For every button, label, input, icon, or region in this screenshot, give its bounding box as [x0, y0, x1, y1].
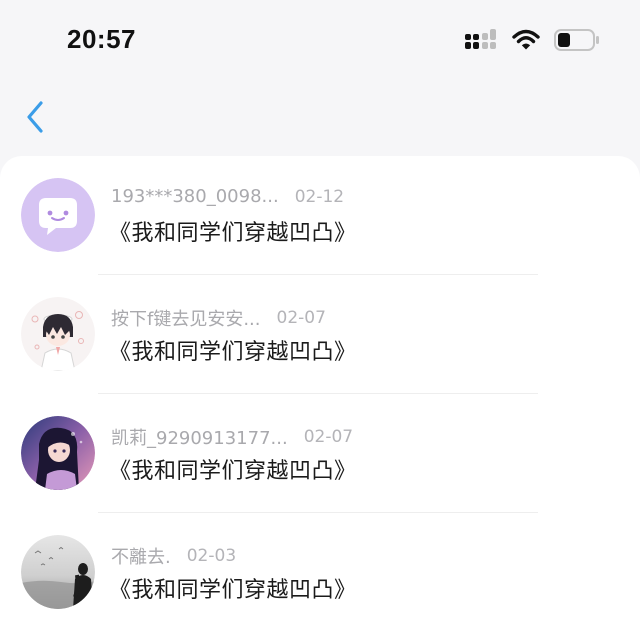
work-title: 《我和同学们穿越凹凸》 — [109, 459, 357, 484]
user-list: 193***380_0098... 02-12 《我和同学们穿越凹凸》 按下f键… — [0, 156, 640, 631]
item-date: 02-03 — [186, 546, 237, 566]
item-meta: 不離去. 02-03 — [111, 543, 236, 569]
list-item[interactable]: 不離去. 02-03 《我和同学们穿越凹凸》 — [0, 513, 640, 631]
user-name: 不離去. — [111, 547, 171, 568]
wifi-icon — [512, 29, 540, 55]
battery-icon — [554, 29, 600, 55]
item-meta: 凯莉_9290913177... 02-07 — [111, 424, 353, 450]
list-item[interactable]: 凯莉_9290913177... 02-07 《我和同学们穿越凹凸》 — [0, 394, 640, 513]
anime-boy-avatar — [21, 297, 95, 371]
signal-icon — [464, 29, 498, 55]
user-name: 按下f键去见安安... — [111, 309, 261, 330]
work-title: 《我和同学们穿越凹凸》 — [109, 340, 357, 365]
seaside-silhouette-avatar — [21, 535, 95, 609]
list-item[interactable]: 按下f键去见安安... 02-07 《我和同学们穿越凹凸》 — [0, 275, 640, 394]
screen: 20:57 193***380_0098... 02-12 《我和同学们穿越凹凸… — [0, 0, 640, 631]
list-item[interactable]: 193***380_0098... 02-12 《我和同学们穿越凹凸》 — [0, 156, 640, 275]
work-title: 《我和同学们穿越凹凸》 — [109, 578, 357, 603]
user-name: 193***380_0098... — [111, 186, 279, 207]
item-date: 02-12 — [294, 186, 345, 207]
nav-bar — [0, 80, 640, 154]
anime-girl-avatar — [21, 416, 95, 490]
item-date: 02-07 — [303, 427, 354, 447]
status-icons — [464, 29, 600, 55]
chat-bubble-avatar — [21, 178, 95, 252]
status-bar: 20:57 — [0, 0, 640, 80]
item-meta: 按下f键去见安安... 02-07 — [111, 305, 326, 331]
item-date: 02-07 — [276, 308, 326, 328]
user-name: 凯莉_9290913177... — [111, 428, 288, 449]
back-button[interactable] — [18, 100, 52, 138]
work-title: 《我和同学们穿越凹凸》 — [109, 221, 357, 246]
status-time: 20:57 — [67, 24, 136, 54]
item-meta: 193***380_0098... 02-12 — [111, 186, 344, 207]
chevron-left-icon — [25, 100, 45, 138]
